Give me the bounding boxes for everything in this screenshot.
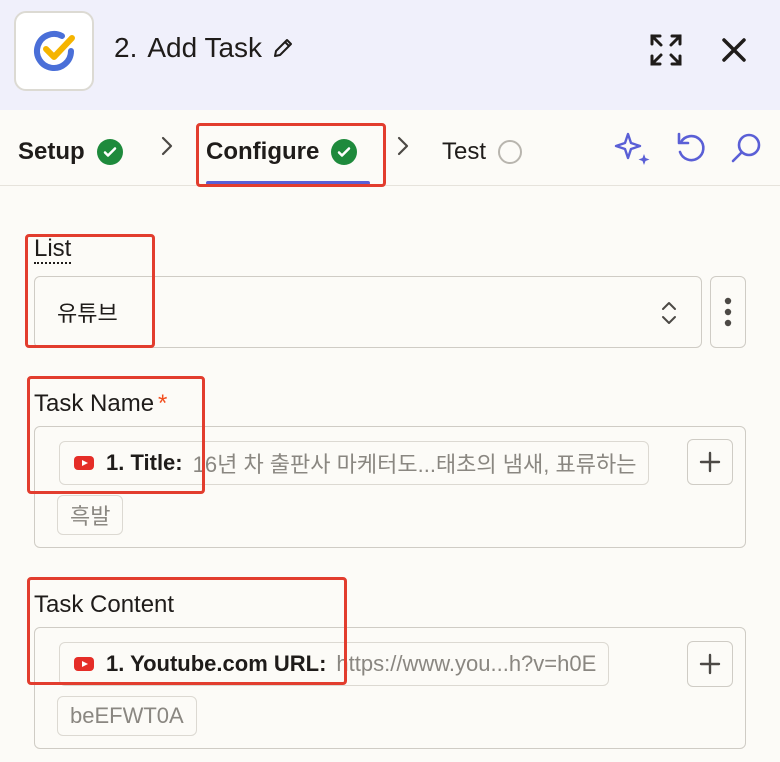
pill-key: 1. Title:: [106, 450, 183, 475]
app-logo: [14, 11, 94, 91]
close-button[interactable]: [712, 28, 756, 72]
chevron-right-icon: [396, 134, 410, 165]
tab-setup[interactable]: Setup: [18, 132, 123, 172]
task-name-field[interactable]: 1. Title: 16년 차 출판사 마케터도...태초의 냄새, 표류하는 …: [34, 426, 746, 548]
tab-configure[interactable]: Configure: [206, 132, 358, 172]
refresh-button[interactable]: [670, 128, 710, 168]
tab-label: Configure: [206, 138, 320, 165]
pencil-icon[interactable]: [272, 37, 294, 59]
task-name-label-text: Task Name: [34, 390, 155, 417]
youtube-icon: [74, 456, 94, 470]
pill-continuation: 흑발: [57, 495, 124, 535]
kebab-menu-icon: [724, 297, 732, 327]
task-name-label: Task Name *: [34, 390, 167, 418]
active-tab-indicator: [206, 181, 370, 185]
insert-data-button[interactable]: [687, 439, 733, 485]
pending-circle-icon: [498, 140, 523, 164]
task-content-token-row: 1. Youtube.com URL: https://www.you...h?…: [59, 642, 669, 686]
ticktick-logo-icon: [34, 31, 75, 71]
pill-value: https://www.you...h?v=h0E: [336, 651, 597, 676]
mapped-field-pill[interactable]: 1. Youtube.com URL: https://www.you...h?…: [59, 642, 610, 686]
refresh-icon: [677, 132, 705, 162]
select-arrows-icon: [662, 302, 676, 324]
expand-button[interactable]: [644, 28, 688, 72]
chevron-right-icon: [160, 134, 174, 165]
check-icon: [331, 139, 358, 165]
tab-test[interactable]: Test: [442, 132, 523, 172]
sparkle-icon: [614, 132, 650, 165]
pill-value: 16년 차 출판사 마케터도...태초의 냄새, 표류하는: [192, 452, 637, 477]
task-content-label: Task Content: [34, 591, 175, 618]
youtube-icon: [74, 657, 94, 671]
pill-continuation: beEFWT0A: [57, 696, 197, 736]
pill-key: 1. Youtube.com URL:: [106, 651, 327, 676]
insert-data-button[interactable]: [687, 641, 733, 687]
mapped-field-pill[interactable]: 1. Title: 16년 차 출판사 마케터도...태초의 냄새, 표류하는: [59, 441, 650, 485]
task-name-token-row: 1. Title: 16년 차 출판사 마케터도...태초의 냄새, 표류하는: [59, 441, 669, 485]
list-selected-value: 유튜브: [57, 301, 118, 326]
tab-label: Setup: [18, 138, 85, 165]
close-icon: [722, 38, 746, 62]
ai-assist-button[interactable]: [612, 128, 652, 168]
task-content-field[interactable]: 1. Youtube.com URL: https://www.you...h?…: [34, 627, 746, 749]
step-tabs: Setup Configure Test: [0, 110, 780, 186]
step-number: 2.: [114, 32, 138, 63]
check-icon: [96, 139, 123, 165]
required-marker: *: [158, 390, 168, 417]
search-button[interactable]: [726, 128, 766, 168]
step-title[interactable]: 2. Add Task: [114, 32, 294, 64]
search-icon: [731, 133, 761, 163]
plus-icon: [699, 451, 721, 473]
list-options-button[interactable]: [710, 276, 746, 348]
step-header: 2. Add Task: [0, 0, 780, 110]
plus-icon: [699, 653, 721, 675]
expand-icon: [650, 34, 682, 66]
list-select[interactable]: 유튜브: [34, 276, 702, 348]
list-label: List: [34, 235, 72, 264]
tab-label: Test: [442, 138, 487, 165]
step-name: Add Task: [147, 32, 263, 63]
